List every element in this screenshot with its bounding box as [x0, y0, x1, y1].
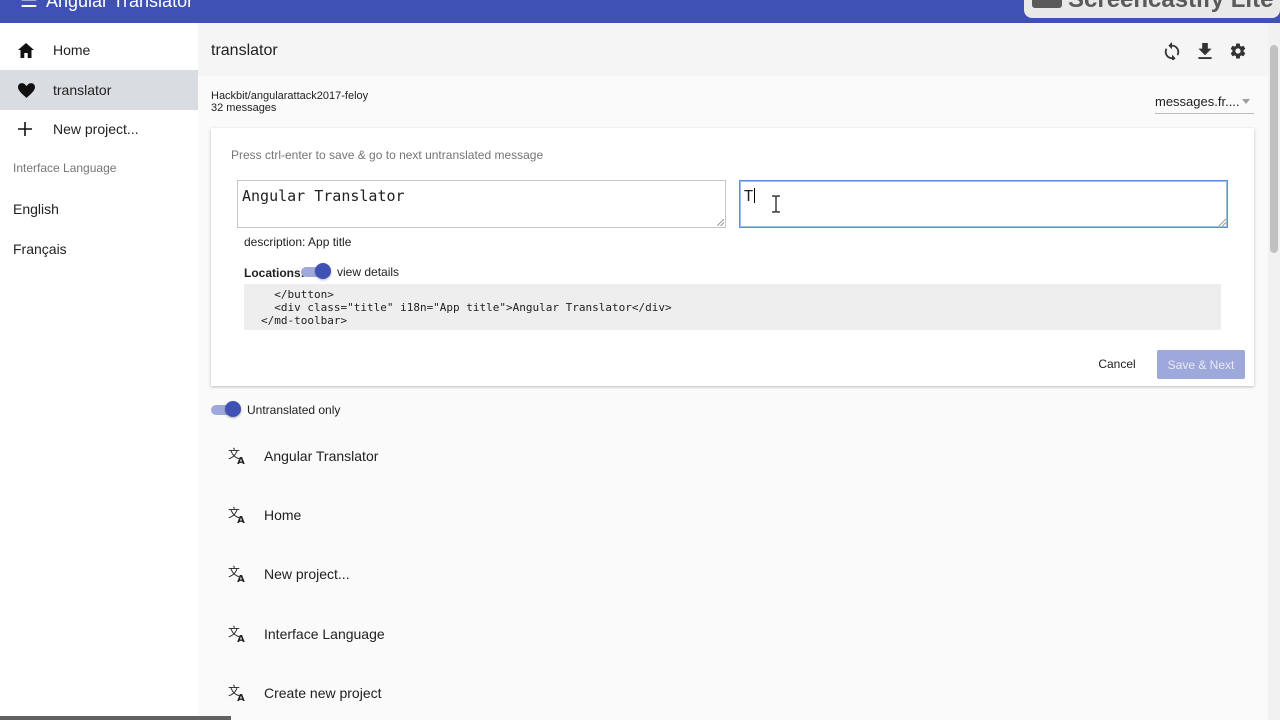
sidebar-item-label: New project...: [53, 121, 139, 137]
view-details-label: view details: [337, 265, 400, 279]
page-title: translator: [211, 42, 278, 59]
chevron-down-icon: [1242, 99, 1250, 104]
interface-language-subheader: Interface Language: [13, 161, 117, 175]
location-code-block: </button> <div class="title" i18n="App t…: [244, 284, 1221, 330]
sidebar-item-label: Home: [53, 42, 91, 58]
cancel-button[interactable]: Cancel: [1091, 350, 1143, 378]
list-item[interactable]: 文A Angular Translator: [228, 436, 1254, 476]
message-count: 32 messages: [211, 102, 277, 114]
text-cursor-icon: [772, 195, 780, 213]
untranslated-only-label: Untranslated only: [247, 403, 341, 417]
translation-text: T: [744, 187, 754, 205]
sidebar-item-home[interactable]: Home: [0, 30, 198, 70]
sidebar-item-new-project[interactable]: New project...: [0, 109, 198, 149]
plus-icon: [0, 122, 53, 136]
untranslated-only-toggle[interactable]: [211, 401, 241, 417]
heart-icon: [0, 82, 53, 98]
code-line: </md-toolbar>: [261, 314, 348, 327]
message-text: Angular Translator: [264, 448, 379, 464]
camera-icon: [1032, 0, 1062, 8]
translate-icon: 文A: [228, 506, 264, 524]
source-textarea[interactable]: Angular Translator: [237, 180, 726, 228]
svg-text:A: A: [237, 693, 245, 702]
message-text: Create new project: [264, 685, 382, 701]
message-description: description: App title: [244, 235, 352, 249]
translation-editor-card: Press ctrl-enter to save & go to next un…: [211, 128, 1254, 386]
source-text: Angular Translator: [242, 187, 405, 205]
toggle-knob: [315, 263, 331, 279]
menu-icon[interactable]: ☰: [20, 0, 38, 11]
list-item[interactable]: 文A New project...: [228, 554, 1254, 594]
translation-textarea[interactable]: T: [739, 180, 1228, 228]
settings-icon[interactable]: [1228, 41, 1248, 61]
code-line: <div class="title" i18n="App title">Angu…: [261, 301, 672, 314]
svg-text:A: A: [237, 456, 245, 465]
message-text: Home: [264, 507, 302, 523]
screencastify-watermark: Screencastify Lite: [1024, 0, 1280, 18]
svg-text:A: A: [237, 515, 245, 524]
resize-handle-icon[interactable]: [717, 219, 724, 226]
text-caret: [754, 188, 756, 203]
recording-progress-bar: [0, 716, 231, 720]
file-select[interactable]: messages.fr....: [1155, 94, 1254, 114]
resize-handle-icon[interactable]: [1219, 219, 1226, 226]
svg-text:A: A: [237, 574, 245, 583]
save-next-button[interactable]: Save & Next: [1157, 350, 1245, 379]
download-icon[interactable]: [1195, 41, 1215, 61]
view-details-toggle[interactable]: [301, 263, 331, 279]
page-scrollbar[interactable]: [1268, 23, 1280, 720]
language-english[interactable]: English: [13, 201, 59, 217]
list-item[interactable]: 文A Home: [228, 495, 1254, 535]
sidebar-item-label: translator: [53, 82, 112, 98]
sidebar-item-translator[interactable]: translator: [0, 70, 198, 110]
main-header: translator: [198, 23, 1268, 76]
watermark-text: Screencastify Lite: [1068, 0, 1273, 13]
translate-icon: 文A: [228, 684, 264, 702]
sync-icon[interactable]: [1162, 41, 1182, 61]
scrollbar-thumb[interactable]: [1270, 45, 1278, 253]
repository-name: Hackbit/angularattack2017-feloy: [211, 90, 369, 102]
sidebar: Home translator New project... Interface…: [0, 23, 198, 720]
locations-label: Locations:: [244, 266, 305, 280]
toggle-knob: [225, 401, 241, 417]
svg-text:A: A: [237, 634, 245, 643]
app-bar: ☰ Angular Translator Screencastify Lite: [0, 0, 1280, 23]
file-select-value: messages.fr....: [1155, 94, 1240, 109]
list-item[interactable]: 文A Create new project: [228, 673, 1254, 713]
translate-icon: 文A: [228, 447, 264, 465]
list-item[interactable]: 文A Interface Language: [228, 614, 1254, 654]
translate-icon: 文A: [228, 565, 264, 583]
language-francais[interactable]: Français: [13, 241, 67, 257]
message-text: Interface Language: [264, 626, 385, 642]
keyboard-hint: Press ctrl-enter to save & go to next un…: [231, 148, 544, 162]
app-title: Angular Translator: [46, 0, 194, 11]
translate-icon: 文A: [228, 625, 264, 643]
code-line: </button>: [261, 288, 334, 301]
home-icon: [0, 42, 53, 58]
message-text: New project...: [264, 566, 350, 582]
